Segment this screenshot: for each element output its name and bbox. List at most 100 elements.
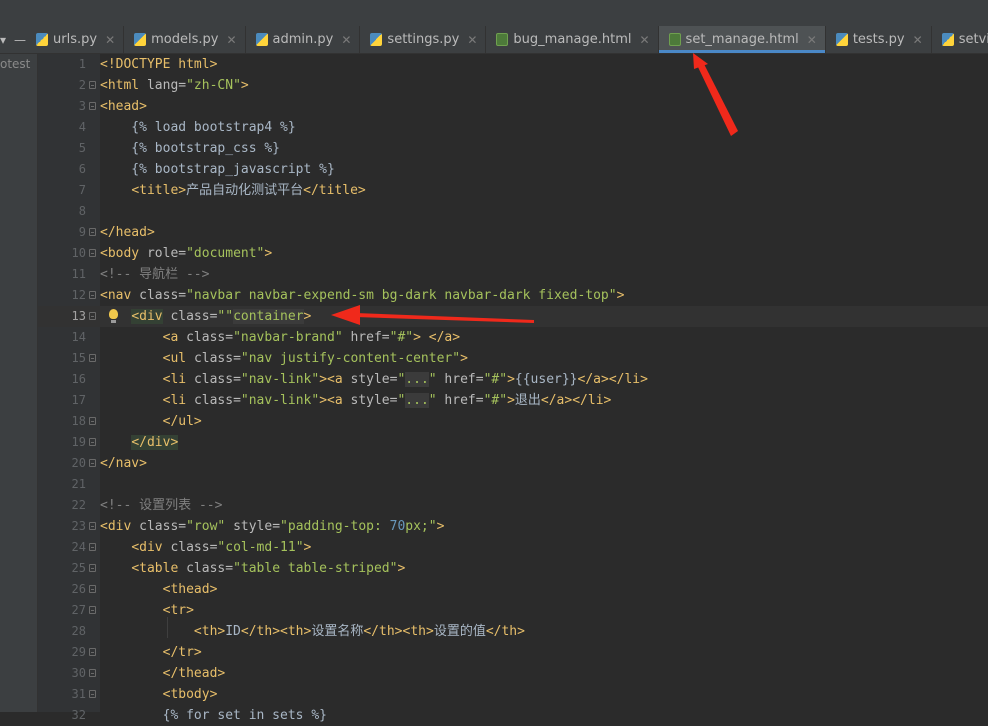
code-text: {% bootstrap_css %} [100, 138, 280, 159]
code-token: style= [350, 393, 398, 408]
fold-marker-icon[interactable] [89, 585, 96, 593]
close-icon[interactable]: ✕ [226, 33, 236, 47]
fold-marker-icon[interactable] [89, 81, 96, 89]
tab-bug-manage-html[interactable]: bug_manage.html ✕ [486, 26, 659, 53]
code-line[interactable]: 2 <html lang="zh-CN"> [38, 75, 988, 96]
code-line[interactable]: 1 <!DOCTYPE html> [38, 54, 988, 75]
code-token: "nav-link" [240, 393, 320, 408]
python-file-icon [36, 33, 49, 46]
code-line[interactable]: 25 <table class="table table-striped"> [38, 558, 988, 579]
code-text: <ul class="nav justify-content-center"> [100, 348, 468, 369]
code-line[interactable]: 14 <a class="navbar-brand" href="#"> </a… [38, 327, 988, 348]
fold-marker-icon[interactable] [89, 312, 96, 320]
code-token: </nav> [100, 456, 147, 471]
code-line[interactable]: 24 <div class="col-md-11"> [38, 537, 988, 558]
fold-marker-icon[interactable] [89, 417, 96, 425]
code-line[interactable]: 26 <thead> [38, 579, 988, 600]
code-line[interactable]: 20 </nav> [38, 453, 988, 474]
project-panel-label: otest [0, 57, 31, 71]
code-line[interactable]: 5 {% bootstrap_css %} [38, 138, 988, 159]
code-line[interactable]: 6 {% bootstrap_javascript %} [38, 159, 988, 180]
code-line[interactable]: 3 <head> [38, 96, 988, 117]
code-token: container [233, 309, 304, 324]
code-token: > [264, 246, 273, 261]
code-line[interactable]: 29 </tr> [38, 642, 988, 663]
code-line[interactable]: 22 <!-- 设置列表 --> [38, 495, 988, 516]
code-line[interactable]: 18 </ul> [38, 411, 988, 432]
close-icon[interactable]: ✕ [105, 33, 115, 47]
code-text: <body role="document"> [100, 243, 272, 264]
fold-marker-icon[interactable] [89, 564, 96, 572]
code-line[interactable]: 27 <tr> [38, 600, 988, 621]
code-editor[interactable]: 1 <!DOCTYPE html> 2 <html lang="zh-CN"> 3 <he… [38, 54, 988, 723]
code-token: </th><th> [363, 624, 434, 639]
code-line[interactable]: 9 </head> [38, 222, 988, 243]
fold-marker-icon[interactable] [89, 648, 96, 656]
html-file-icon [496, 33, 509, 46]
code-line[interactable]: 32 {% for set in sets %} [38, 705, 988, 726]
fold-marker-icon[interactable] [89, 459, 96, 467]
fold-marker-icon[interactable] [89, 522, 96, 530]
code-line[interactable]: 21 [38, 474, 988, 495]
code-token: > [507, 372, 515, 387]
code-line[interactable]: 10 <body role="document"> [38, 243, 988, 264]
code-text: <title>产品自动化测试平台</title> [100, 180, 365, 201]
project-panel[interactable]: otest [0, 54, 38, 712]
code-line[interactable]: 28 <th>ID</th><th>设置名称</th><th>设置的值</th> [38, 621, 988, 642]
fold-marker-icon[interactable] [89, 669, 96, 677]
code-line[interactable]: 11 <!-- 导航栏 --> [38, 264, 988, 285]
code-line[interactable]: 7 <title>产品自动化测试平台</title> [38, 180, 988, 201]
fold-marker-icon[interactable] [89, 606, 96, 614]
code-line[interactable]: 12 <nav class="navbar navbar-expend-sm bg… [38, 285, 988, 306]
code-line[interactable]: 31 <tbody> [38, 684, 988, 705]
tab-models-py[interactable]: models.py ✕ [124, 26, 246, 53]
close-icon[interactable]: ✕ [913, 33, 923, 47]
fold-marker-icon[interactable] [89, 690, 96, 698]
tab-urls-py[interactable]: urls.py ✕ [26, 26, 125, 53]
close-icon[interactable]: ✕ [341, 33, 351, 47]
code-text: <th>ID</th><th>设置名称</th><th>设置的值</th> [100, 621, 525, 642]
code-token: {% load bootstrap4 %} [100, 120, 296, 135]
fold-marker-icon[interactable] [89, 543, 96, 551]
line-number: 5 [78, 141, 86, 155]
tab-admin-py[interactable]: admin.py ✕ [246, 26, 361, 53]
tab-settings-py[interactable]: settings.py ✕ [360, 26, 487, 53]
code-line[interactable]: 15 <ul class="nav justify-content-center… [38, 348, 988, 369]
line-number: 12 [71, 288, 86, 302]
minimize-icon[interactable]: — [14, 33, 26, 47]
close-icon[interactable]: ✕ [807, 33, 817, 47]
code-line[interactable]: 13 <div class=""container> [38, 306, 988, 327]
code-token: class= [170, 540, 218, 555]
fold-marker-icon[interactable] [89, 438, 96, 446]
code-token: {% for set in sets %} [100, 708, 327, 723]
fold-marker-icon[interactable] [89, 291, 96, 299]
code-line[interactable]: 17 <li class="nav-link"><a style="..." h… [38, 390, 988, 411]
code-token: > [397, 561, 406, 576]
tab-set-manage-html[interactable]: set_manage.html ✕ [658, 26, 826, 53]
code-token: href= [342, 330, 390, 345]
fold-marker-icon[interactable] [89, 249, 96, 257]
fold-marker-icon[interactable] [89, 228, 96, 236]
code-line[interactable]: 8 [38, 201, 988, 222]
code-line[interactable]: 19 </div> [38, 432, 988, 453]
tab-label: bug_manage.html [513, 32, 632, 47]
chevron-down-icon[interactable]: ▾ [0, 33, 6, 47]
tab-tests-py[interactable]: tests.py ✕ [826, 26, 932, 53]
close-icon[interactable]: ✕ [467, 33, 477, 47]
python-file-icon [255, 33, 268, 46]
code-line[interactable]: 4 {% load bootstrap4 %} [38, 117, 988, 138]
code-line[interactable]: 16 <li class="nav-link"><a style="..." h… [38, 369, 988, 390]
tab-bar-controls[interactable]: ▾ — [0, 26, 26, 53]
close-icon[interactable]: ✕ [639, 33, 649, 47]
code-text: <!-- 导航栏 --> [100, 264, 209, 285]
code-line[interactable]: 23 <div class="row" style="padding-top: 7… [38, 516, 988, 537]
fold-marker-icon[interactable] [89, 102, 96, 110]
tab-setviews-py[interactable]: setviews.py✕ [932, 26, 988, 53]
fold-marker-icon[interactable] [89, 354, 96, 362]
code-line[interactable]: 30 </thead> [38, 663, 988, 684]
